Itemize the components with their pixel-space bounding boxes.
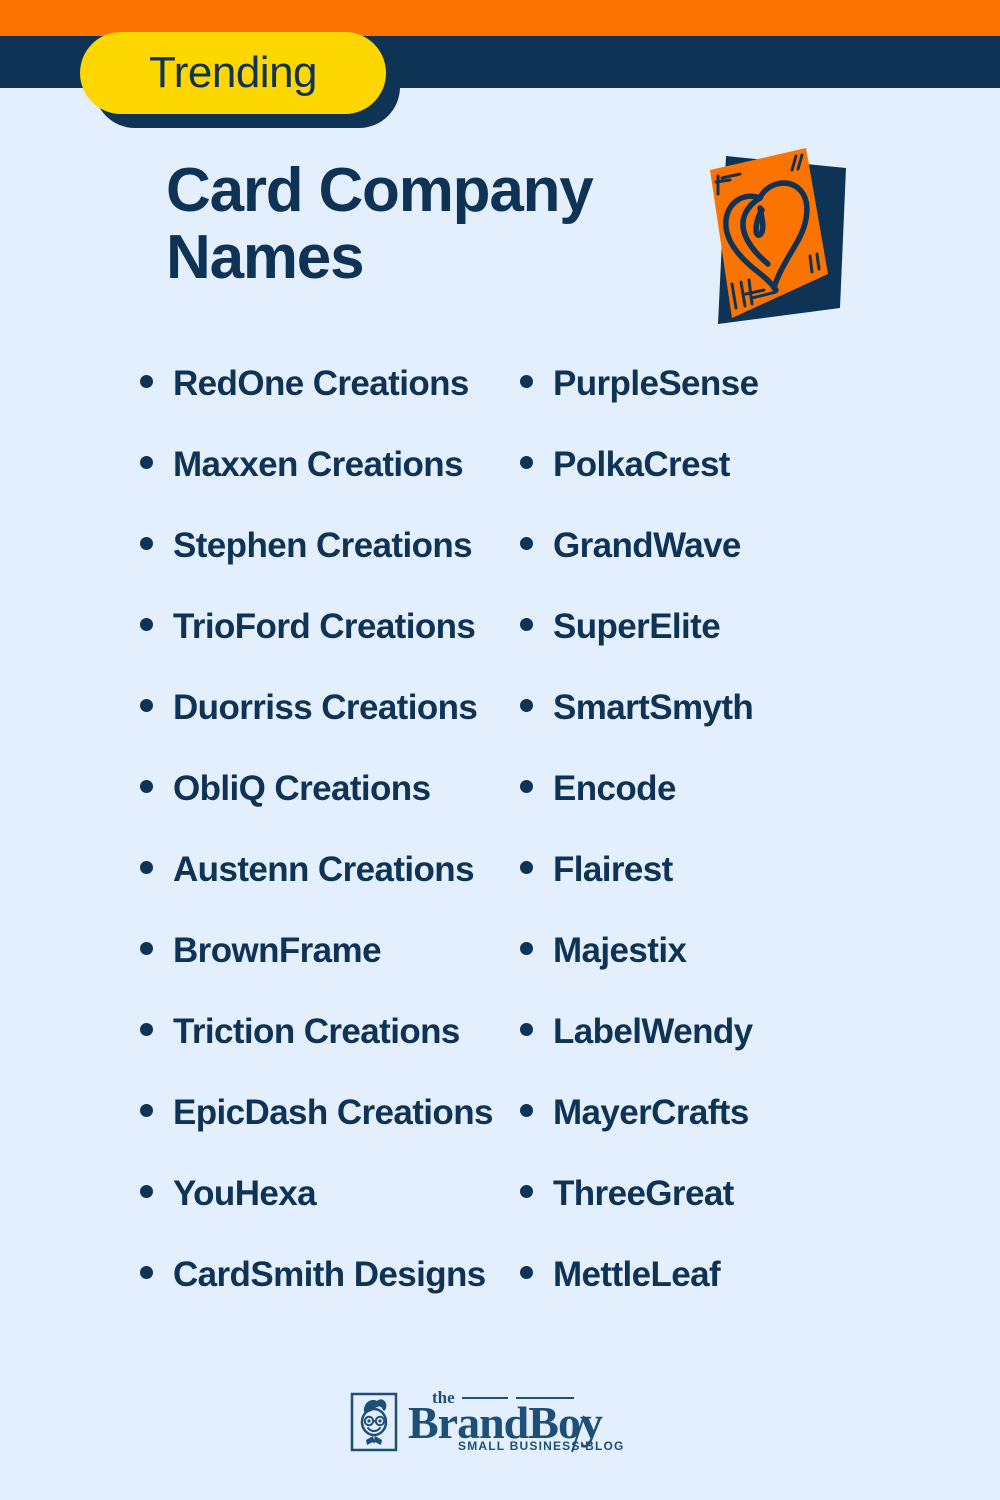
list-item-label: RedOne Creations bbox=[173, 364, 469, 403]
name-list-right: PurpleSense PolkaCrest GrandWave SuperElite… bbox=[460, 366, 880, 1338]
bullet-icon bbox=[140, 1185, 153, 1198]
list-item-label: PurpleSense bbox=[553, 364, 759, 403]
bullet-icon bbox=[520, 1104, 533, 1117]
list-item-label: ThreeGreat bbox=[553, 1174, 734, 1213]
list-item-label: SuperElite bbox=[553, 607, 721, 646]
list-item-label: PolkaCrest bbox=[553, 445, 730, 484]
logo-tagline: SMALL BUSINESS BLOG bbox=[458, 1439, 625, 1453]
list-item-label: BrownFrame bbox=[173, 931, 382, 970]
brandboy-logo[interactable]: the BrandBoy SMALL BUSINESS BLOG bbox=[350, 1386, 650, 1456]
bullet-icon bbox=[520, 537, 533, 550]
list-item-label: TrioFord Creations bbox=[173, 607, 476, 646]
bullet-icon bbox=[140, 861, 153, 874]
list-item: Encode bbox=[520, 771, 880, 852]
trending-badge-label: Trending bbox=[148, 48, 318, 97]
bullet-icon bbox=[140, 618, 153, 631]
list-item: PolkaCrest bbox=[520, 447, 880, 528]
list-item-label: EpicDash Creations bbox=[173, 1093, 493, 1132]
bullet-icon bbox=[140, 1104, 153, 1117]
list-item: CardSmith Designs bbox=[140, 1257, 486, 1338]
bullet-icon bbox=[140, 1023, 153, 1036]
bullet-icon bbox=[140, 780, 153, 793]
list-item-label: Majestix bbox=[553, 931, 687, 970]
list-item: ThreeGreat bbox=[520, 1176, 880, 1257]
page-title: Card Company Names bbox=[166, 156, 686, 292]
list-item-label: MayerCrafts bbox=[553, 1093, 749, 1132]
list-item-label: SmartSmyth bbox=[553, 688, 754, 727]
list-item: RedOne Creations bbox=[140, 366, 469, 447]
list-item-label: Austenn Creations bbox=[173, 850, 475, 889]
list-item-label: Duorriss Creations bbox=[173, 688, 478, 727]
top-orange-band bbox=[0, 0, 1000, 36]
list-item: Duorriss Creations bbox=[140, 690, 478, 771]
list-item: SmartSmyth bbox=[520, 690, 880, 771]
trending-badge: Trending bbox=[80, 32, 400, 128]
greeting-card-heart-icon bbox=[688, 132, 858, 332]
list-item-label: Encode bbox=[553, 769, 676, 808]
list-item-label: YouHexa bbox=[173, 1174, 317, 1213]
bullet-icon bbox=[140, 456, 153, 469]
trending-badge-pill: Trending bbox=[80, 32, 386, 114]
list-item: MettleLeaf bbox=[520, 1257, 880, 1338]
bullet-icon bbox=[140, 942, 153, 955]
bullet-icon bbox=[140, 1266, 153, 1279]
list-item: Austenn Creations bbox=[140, 852, 475, 933]
list-item: EpicDash Creations bbox=[140, 1095, 493, 1176]
bullet-icon bbox=[520, 780, 533, 793]
list-item: PurpleSense bbox=[520, 366, 880, 447]
bullet-icon bbox=[520, 1023, 533, 1036]
list-item: Majestix bbox=[520, 933, 880, 1014]
bullet-icon bbox=[520, 942, 533, 955]
list-item-label: CardSmith Designs bbox=[173, 1255, 486, 1294]
bullet-icon bbox=[520, 618, 533, 631]
list-item: MayerCrafts bbox=[520, 1095, 880, 1176]
bullet-icon bbox=[520, 375, 533, 388]
list-item: LabelWendy bbox=[520, 1014, 880, 1095]
name-lists: RedOne Creations Maxxen Creations Stephen … bbox=[0, 366, 1000, 1338]
bullet-icon bbox=[140, 375, 153, 388]
bullet-icon bbox=[520, 1185, 533, 1198]
bullet-icon bbox=[520, 699, 533, 712]
bullet-icon bbox=[140, 537, 153, 550]
list-item-label: GrandWave bbox=[553, 526, 741, 565]
list-item: Triction Creations bbox=[140, 1014, 460, 1095]
list-item: ObliQ Creations bbox=[140, 771, 460, 852]
bullet-icon bbox=[520, 1266, 533, 1279]
bullet-icon bbox=[520, 456, 533, 469]
list-item: SuperElite bbox=[520, 609, 880, 690]
bullet-icon bbox=[520, 861, 533, 874]
list-item: GrandWave bbox=[520, 528, 880, 609]
list-item-label: MettleLeaf bbox=[553, 1255, 721, 1294]
page-title-line-2: Names bbox=[166, 222, 365, 292]
list-item-label: Stephen Creations bbox=[173, 526, 473, 565]
list-item: YouHexa bbox=[140, 1176, 460, 1257]
bullet-icon bbox=[140, 699, 153, 712]
boy-face-icon bbox=[360, 1399, 388, 1445]
list-item: Stephen Creations bbox=[140, 528, 473, 609]
list-item-label: Triction Creations bbox=[173, 1012, 460, 1051]
list-item: Flairest bbox=[520, 852, 880, 933]
list-item: Maxxen Creations bbox=[140, 445, 464, 528]
list-item-label: Flairest bbox=[553, 850, 673, 889]
list-item-label: ObliQ Creations bbox=[173, 769, 431, 808]
list-item: BrownFrame bbox=[140, 933, 460, 1014]
name-list-left: RedOne Creations Maxxen Creations Stephen … bbox=[0, 366, 493, 1338]
list-item-label: LabelWendy bbox=[553, 1012, 753, 1051]
list-item: TrioFord Creations bbox=[140, 609, 476, 690]
footer: the BrandBoy SMALL BUSINESS BLOG bbox=[0, 1386, 1000, 1456]
page-title-line-1: Card Company bbox=[166, 156, 594, 225]
list-item-label: Maxxen Creations bbox=[173, 445, 464, 484]
